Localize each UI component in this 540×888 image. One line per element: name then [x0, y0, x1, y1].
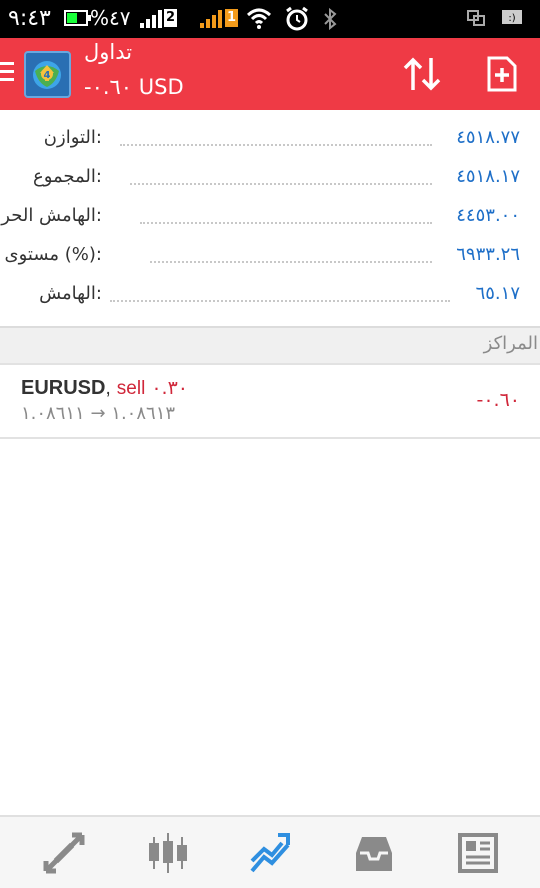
- position-row[interactable]: EURUSD, sell ٠.٣٠ ١.٠٨٦١٣ → ١.٠٨٦١١ -٠.٦…: [0, 367, 540, 439]
- summary-row-margin-level: مستوى (%): ٦٩٣٣.٢٦: [0, 237, 540, 276]
- sim1-badge: 2: [164, 9, 177, 27]
- signal-icon: [140, 10, 162, 28]
- margin-level-value: ٦٩٣٣.٢٦: [456, 244, 520, 265]
- sim2-badge: 1: [225, 9, 238, 27]
- margin-value: ٦٥.١٧: [475, 283, 520, 304]
- position-volume: ٠.٣٠: [151, 377, 188, 399]
- summary-row-margin: الهامش: ٦٥.١٧: [0, 276, 540, 315]
- position-open-price: ١.٠٨٦١٣: [111, 403, 176, 424]
- summary-row-free-margin: الهامش الحر: ٤٤٥٣.٠٠: [0, 198, 540, 237]
- quotes-arrows-icon[interactable]: [42, 831, 86, 875]
- signal-icon-sim2: [200, 10, 222, 28]
- position-separator: ,: [105, 378, 111, 399]
- sort-button[interactable]: [402, 56, 442, 92]
- balance-label: التوازن:: [43, 127, 102, 148]
- leader-dots: [140, 222, 432, 224]
- total-profit: -٠.٦٠ USD: [84, 75, 184, 99]
- screen-mirror-icon: [467, 10, 485, 26]
- leader-dots: [120, 144, 432, 146]
- app-bar: 4 تداول -٠.٦٠ USD: [0, 38, 540, 110]
- bluetooth-icon: [324, 7, 337, 31]
- menu-icon[interactable]: [0, 62, 14, 84]
- margin-label: الهامش:: [39, 283, 102, 304]
- position-direction: sell: [116, 378, 146, 399]
- positions-header: المراكز: [0, 328, 540, 365]
- leader-dots: [150, 261, 432, 263]
- position-current-price: ١.٠٨٦١١: [21, 403, 85, 424]
- bottom-nav: [0, 815, 540, 888]
- news-newspaper-icon[interactable]: [456, 831, 500, 875]
- position-profit: -٠.٦٠: [476, 389, 520, 411]
- status-bar: ٩:٤٣ %٤٧ 2 1 :): [0, 0, 540, 38]
- position-symbol: EURUSD: [21, 377, 106, 399]
- status-time: ٩:٤٣: [8, 6, 51, 31]
- free-margin-value: ٤٤٥٣.٠٠: [456, 205, 520, 226]
- wifi-icon: [246, 8, 272, 29]
- chart-candlestick-icon[interactable]: [146, 831, 190, 875]
- leader-dots: [110, 300, 450, 302]
- alarm-icon: [286, 6, 308, 31]
- page-title: تداول: [84, 40, 133, 64]
- equity-value: ٤٥١٨.١٧: [456, 166, 520, 187]
- equity-label: المجموع:: [32, 166, 102, 187]
- mt4-logo-icon[interactable]: 4: [24, 51, 71, 98]
- leader-dots: [130, 183, 432, 185]
- account-summary: التوازن: ٤٥١٨.٧٧ المجموع: ٤٥١٨.١٧ الهامش…: [0, 120, 540, 315]
- price-arrow: →: [90, 403, 106, 424]
- margin-level-label: مستوى (%):: [4, 244, 102, 265]
- history-inbox-icon[interactable]: [352, 831, 396, 875]
- positions-title: المراكز: [483, 333, 538, 354]
- summary-row-equity: المجموع: ٤٥١٨.١٧: [0, 159, 540, 198]
- position-prices: ١.٠٨٦١٣ → ١.٠٨٦١١: [21, 403, 175, 424]
- balance-value: ٤٥١٨.٧٧: [456, 127, 520, 148]
- battery-percent: %٤٧: [90, 6, 131, 30]
- free-margin-label: الهامش الحر:: [1, 205, 102, 226]
- battery-icon: [64, 10, 91, 26]
- trade-trend-icon[interactable]: [248, 831, 292, 875]
- position-symbol-line: EURUSD, sell ٠.٣٠: [21, 377, 188, 400]
- message-icon: :): [502, 10, 522, 24]
- svg-text:4: 4: [44, 70, 51, 81]
- new-order-button[interactable]: [486, 56, 518, 92]
- summary-row-balance: التوازن: ٤٥١٨.٧٧: [0, 120, 540, 159]
- svg-text::): :): [508, 13, 515, 24]
